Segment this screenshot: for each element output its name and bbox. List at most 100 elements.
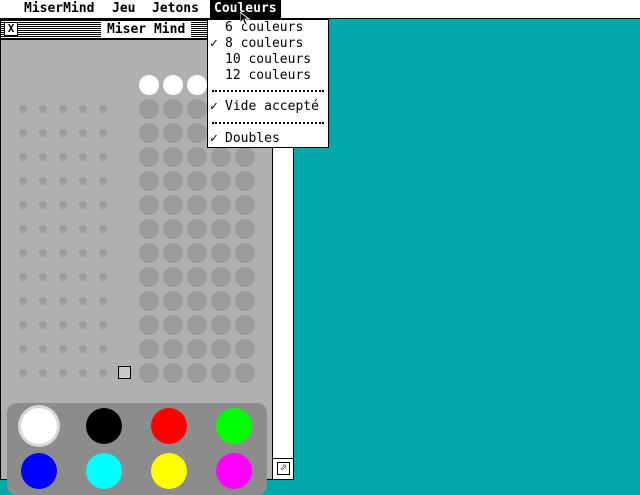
- submit-row-button[interactable]: [118, 366, 131, 379]
- guess-peg-slot: [187, 291, 207, 311]
- guess-peg-slot: [211, 219, 231, 239]
- hint-dot: [19, 177, 27, 185]
- hint-dot: [59, 201, 67, 209]
- hint-dot: [19, 249, 27, 257]
- hint-dot: [19, 105, 27, 113]
- mouse-pointer-icon: [240, 12, 250, 26]
- guess-peg-slot: [139, 315, 159, 335]
- menu-item-10-couleurs[interactable]: 10 couleurs: [208, 52, 328, 68]
- color-swatch-white[interactable]: [21, 408, 57, 444]
- hint-dot: [59, 369, 67, 377]
- hint-dot: [19, 321, 27, 329]
- hint-dot: [39, 153, 47, 161]
- hint-dot: [59, 297, 67, 305]
- hint-dot: [99, 201, 107, 209]
- hint-dot: [19, 153, 27, 161]
- hint-dot: [39, 345, 47, 353]
- guess-peg-slot[interactable]: [187, 363, 207, 383]
- menu-item-vide-accept-[interactable]: ✓ Vide accepté: [208, 99, 328, 115]
- guess-peg-slot: [187, 267, 207, 287]
- hint-dot: [59, 345, 67, 353]
- hint-dot: [39, 105, 47, 113]
- hint-dot: [99, 225, 107, 233]
- secret-peg: [187, 75, 207, 95]
- color-swatch-cyan[interactable]: [86, 453, 122, 489]
- guess-peg-slot: [187, 219, 207, 239]
- hint-dot: [59, 177, 67, 185]
- guess-peg-slot: [139, 123, 159, 143]
- guess-peg-slot: [139, 147, 159, 167]
- hint-dot: [79, 369, 87, 377]
- hint-dot: [19, 345, 27, 353]
- color-swatch-blue[interactable]: [21, 453, 57, 489]
- guess-peg-slot: [187, 339, 207, 359]
- hint-dot: [79, 321, 87, 329]
- checkmark-icon: ✓: [210, 99, 218, 114]
- hint-dot: [19, 225, 27, 233]
- hint-dot: [59, 153, 67, 161]
- hint-dot: [99, 369, 107, 377]
- guess-peg-slot: [235, 315, 255, 335]
- resize-icon[interactable]: ⬀: [277, 462, 290, 475]
- hint-dot: [59, 129, 67, 137]
- menu-item-12-couleurs[interactable]: 12 couleurs: [208, 68, 328, 84]
- guess-peg-slot: [187, 99, 207, 119]
- color-swatch-red[interactable]: [151, 408, 187, 444]
- hint-dot: [19, 273, 27, 281]
- close-box-icon[interactable]: X: [4, 22, 18, 36]
- guess-peg-slot: [211, 195, 231, 215]
- guess-peg-slot: [187, 123, 207, 143]
- menu-jeu[interactable]: Jeu: [108, 0, 139, 18]
- hint-dot: [99, 297, 107, 305]
- hint-dot: [99, 153, 107, 161]
- menu-item-doubles[interactable]: ✓ Doubles: [208, 131, 328, 147]
- hint-dot: [99, 249, 107, 257]
- guess-peg-slot[interactable]: [235, 363, 255, 383]
- menu-item-8-couleurs[interactable]: ✓ 8 couleurs: [208, 36, 328, 52]
- guess-peg-slot: [163, 195, 183, 215]
- secret-peg: [163, 75, 183, 95]
- menu-jetons[interactable]: Jetons: [148, 0, 203, 18]
- guess-peg-slot[interactable]: [139, 363, 159, 383]
- hint-dot: [59, 321, 67, 329]
- guess-peg-slot: [211, 291, 231, 311]
- guess-peg-slot[interactable]: [163, 363, 183, 383]
- guess-peg-slot: [235, 147, 255, 167]
- hint-dot: [59, 273, 67, 281]
- hint-dot: [39, 273, 47, 281]
- color-palette: [7, 403, 267, 495]
- menu-item-6-couleurs[interactable]: 6 couleurs: [208, 20, 328, 36]
- hint-dot: [59, 249, 67, 257]
- guess-peg-slot: [187, 315, 207, 335]
- hint-dot: [79, 273, 87, 281]
- menu-misermind[interactable]: MiserMind: [20, 0, 98, 18]
- menu-bar: MiserMind Jeu Jetons Couleurs: [0, 0, 640, 19]
- hint-dot: [79, 129, 87, 137]
- hint-dot: [99, 345, 107, 353]
- guess-peg-slot: [163, 171, 183, 191]
- hint-dot: [39, 249, 47, 257]
- color-swatch-yellow[interactable]: [151, 453, 187, 489]
- hint-dot: [39, 225, 47, 233]
- guess-peg-slot: [235, 219, 255, 239]
- guess-peg-slot: [139, 267, 159, 287]
- hint-dot: [39, 129, 47, 137]
- guess-peg-slot: [211, 315, 231, 335]
- hint-dot: [99, 129, 107, 137]
- guess-peg-slot: [139, 243, 159, 263]
- hint-dot: [99, 105, 107, 113]
- guess-peg-slot: [163, 339, 183, 359]
- color-swatch-black[interactable]: [86, 408, 122, 444]
- guess-peg-slot: [235, 243, 255, 263]
- color-swatch-magenta[interactable]: [216, 453, 252, 489]
- color-swatch-green[interactable]: [216, 408, 252, 444]
- hint-dot: [39, 297, 47, 305]
- checkmark-icon: ✓: [210, 131, 218, 146]
- hint-dot: [99, 177, 107, 185]
- guess-peg-slot: [163, 267, 183, 287]
- hint-dot: [79, 249, 87, 257]
- guess-peg-slot[interactable]: [211, 363, 231, 383]
- hint-dot: [99, 321, 107, 329]
- size-box[interactable]: ⬀: [273, 459, 293, 479]
- guess-peg-slot: [235, 195, 255, 215]
